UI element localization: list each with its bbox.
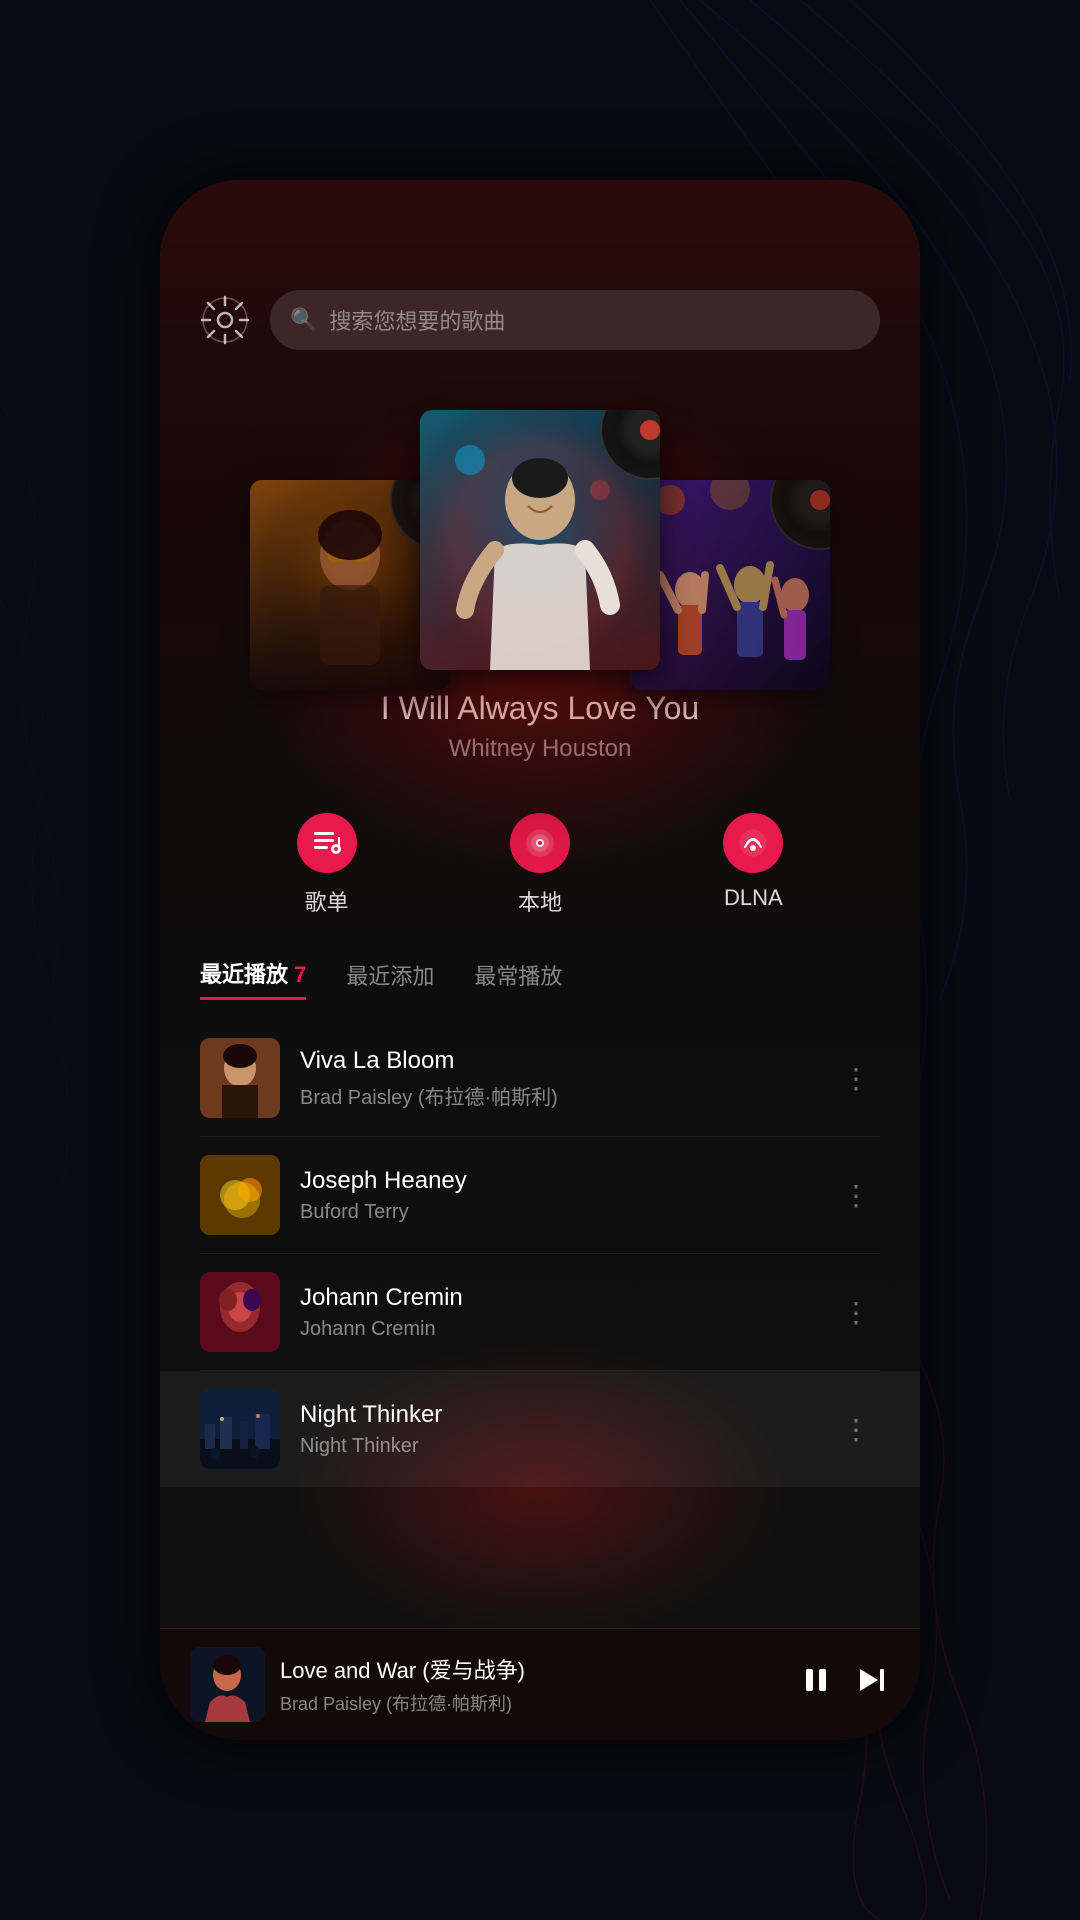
song-details-2: Joseph Heaney Buford Terry — [300, 1167, 812, 1224]
search-bar[interactable]: 🔍 搜索您想要的歌曲 — [270, 290, 880, 350]
song-details-4: Night Thinker Night Thinker — [300, 1401, 812, 1458]
song-artist-1: Brad Paisley (布拉德·帕斯利) — [300, 1081, 812, 1110]
now-playing-artist: Brad Paisley (布拉德·帕斯利) — [280, 1690, 783, 1716]
song-thumb-3 — [200, 1272, 280, 1352]
song-artist-4: Night Thinker — [300, 1435, 812, 1458]
nav-tab-dlna[interactable]: DLNA — [723, 813, 783, 917]
featured-song-title: I Will Always Love You — [200, 690, 880, 727]
song-item-1[interactable]: Viva La Bloom Brad Paisley (布拉德·帕斯利) ⋮ — [160, 1020, 920, 1136]
section-tab-added[interactable]: 最近添加 — [346, 959, 434, 999]
vinyl-icon — [510, 813, 570, 873]
song-name-3: Johann Cremin — [300, 1284, 812, 1312]
song-thumb-2 — [200, 1155, 280, 1235]
song-artist-3: Johann Cremin — [300, 1318, 812, 1341]
nav-tab-playlist[interactable]: 歌单 — [297, 813, 357, 917]
song-artist-2: Buford Terry — [300, 1201, 812, 1224]
featured-song-artist: Whitney Houston — [200, 735, 880, 763]
song-name-1: Viva La Bloom — [300, 1047, 812, 1075]
song-thumb-1 — [200, 1038, 280, 1118]
song-details-1: Viva La Bloom Brad Paisley (布拉德·帕斯利) — [300, 1047, 812, 1110]
phone-frame: 🔍 搜索您想要的歌曲 — [160, 180, 920, 1740]
now-playing-bar[interactable]: Love and War (爱与战争) Brad Paisley (布拉德·帕斯… — [160, 1628, 920, 1740]
pause-button[interactable] — [798, 1662, 834, 1707]
song-item-2[interactable]: Joseph Heaney Buford Terry ⋮ — [160, 1137, 920, 1253]
nav-tab-local-label: 本地 — [518, 885, 562, 917]
playlist-icon — [297, 813, 357, 873]
dlna-icon — [723, 813, 783, 873]
settings-button[interactable] — [200, 295, 250, 345]
now-playing-info: Love and War (爱与战争) Brad Paisley (布拉德·帕斯… — [280, 1653, 783, 1716]
song-details-3: Johann Cremin Johann Cremin — [300, 1284, 812, 1341]
nav-tab-dlna-label: DLNA — [724, 885, 783, 911]
section-tab-recent[interactable]: 最近播放 7 — [200, 957, 306, 1000]
status-bar — [160, 180, 920, 230]
now-playing-thumb — [190, 1647, 265, 1722]
song-item-4[interactable]: Night Thinker Night Thinker ⋮ — [160, 1371, 920, 1487]
header: 🔍 搜索您想要的歌曲 — [160, 230, 920, 370]
song-menu-3[interactable]: ⋮ — [832, 1286, 880, 1339]
nav-tabs: 歌单 本地 — [160, 783, 920, 947]
song-name-2: Joseph Heaney — [300, 1167, 812, 1195]
search-icon: 🔍 — [290, 307, 317, 333]
song-thumb-4 — [200, 1389, 280, 1469]
phone-screen: 🔍 搜索您想要的歌曲 — [160, 180, 920, 1740]
next-button[interactable] — [854, 1662, 890, 1707]
song-name-4: Night Thinker — [300, 1401, 812, 1429]
section-tab-frequent[interactable]: 最常播放 — [474, 959, 562, 999]
nav-tab-local[interactable]: 本地 — [510, 813, 570, 917]
album-card-center[interactable] — [420, 410, 660, 670]
section-tabs: 最近播放 7 最近添加 最常播放 — [160, 947, 920, 1010]
song-item-3[interactable]: Johann Cremin Johann Cremin ⋮ — [160, 1254, 920, 1370]
album-carousel — [160, 390, 920, 670]
search-placeholder: 搜索您想要的歌曲 — [329, 304, 505, 336]
now-playing-controls — [798, 1662, 890, 1707]
now-playing-title: Love and War (爱与战争) — [280, 1653, 783, 1685]
song-menu-1[interactable]: ⋮ — [832, 1052, 880, 1105]
nav-tab-playlist-label: 歌单 — [305, 885, 349, 917]
song-list: Viva La Bloom Brad Paisley (布拉德·帕斯利) ⋮ — [160, 1010, 920, 1497]
song-menu-4[interactable]: ⋮ — [832, 1403, 880, 1456]
album-card-right[interactable] — [630, 480, 830, 690]
song-menu-2[interactable]: ⋮ — [832, 1169, 880, 1222]
